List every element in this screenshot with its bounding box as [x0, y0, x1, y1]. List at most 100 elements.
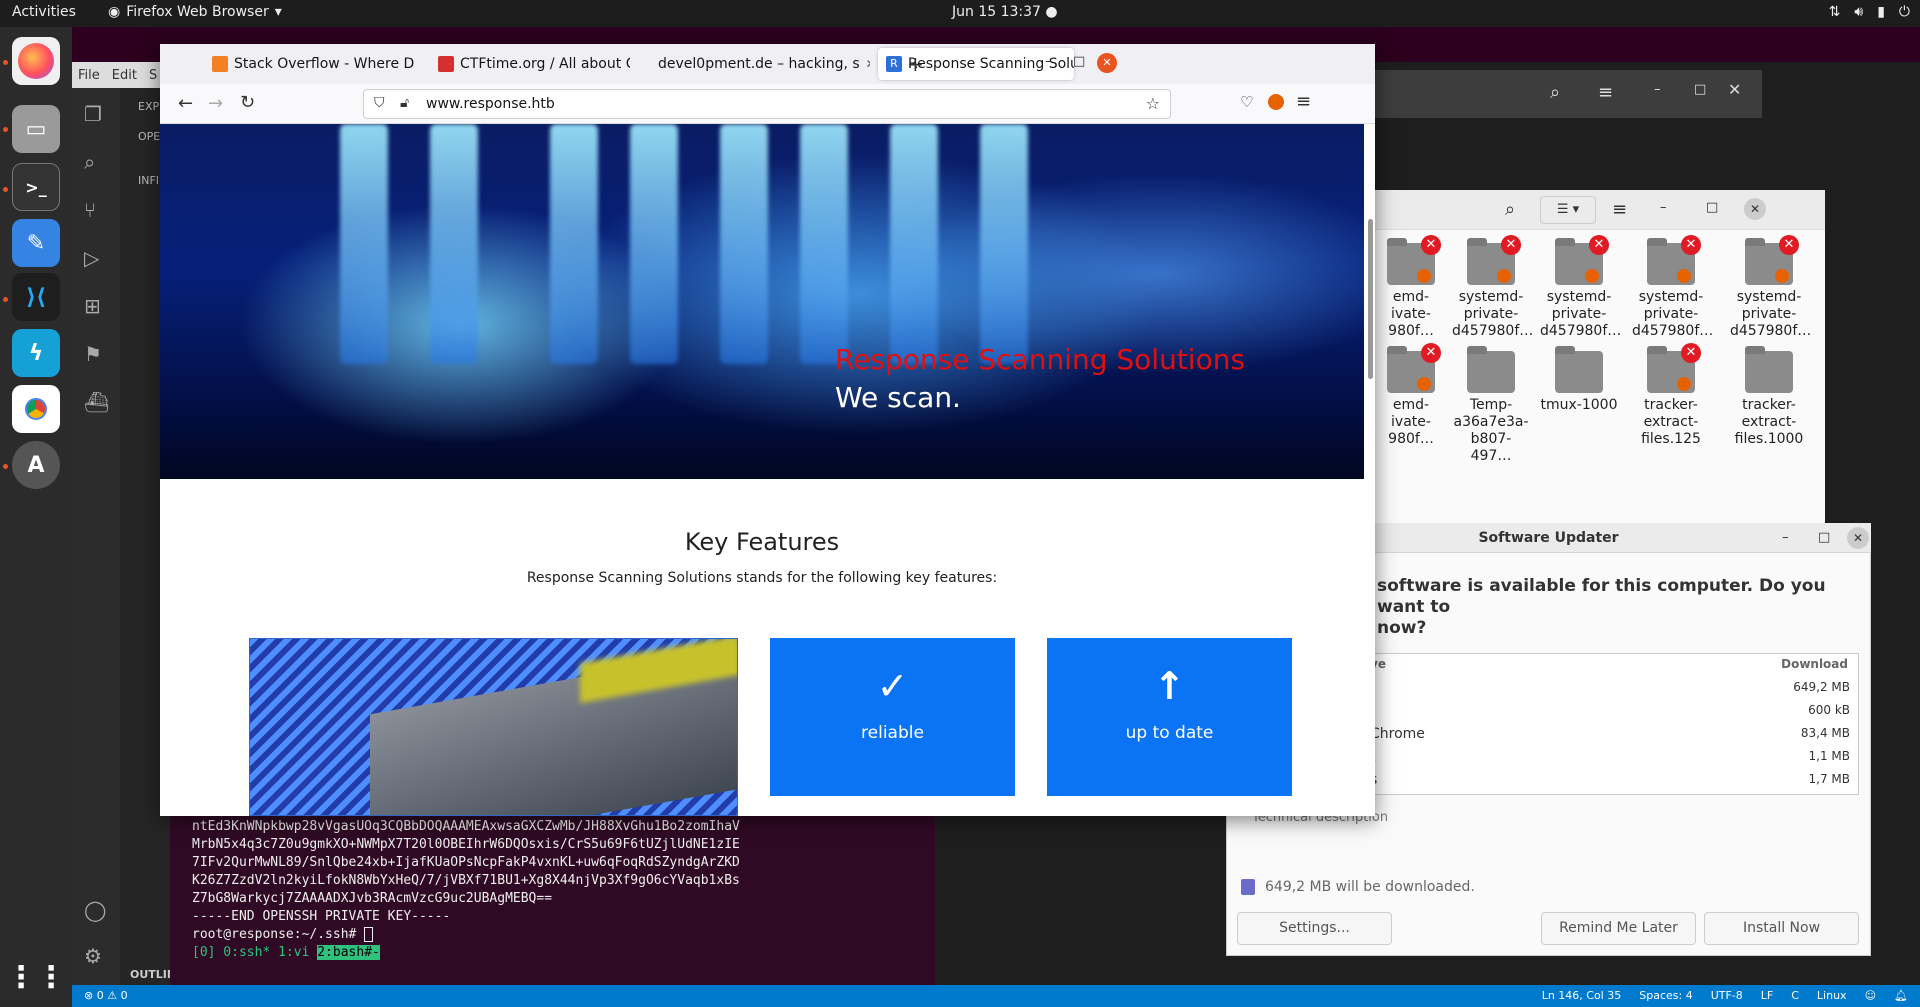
extensions-icon[interactable]: ⊞: [84, 294, 101, 318]
bookmark-star-icon[interactable]: ☆: [1146, 94, 1160, 113]
tab-ctftime[interactable]: CTFtime.org / All about C ✕: [430, 48, 630, 80]
settings-button[interactable]: Settings...: [1237, 912, 1392, 945]
activities-button[interactable]: Activities: [12, 4, 76, 20]
file-item[interactable]: tracker- extract- files.1000: [1730, 346, 1808, 448]
forward-icon[interactable]: →: [208, 93, 223, 114]
chrome-icon[interactable]: [12, 385, 60, 433]
docker-icon[interactable]: ⛴: [84, 390, 109, 414]
vscode-status-bar: ⊗ 0 ⚠ 0 Ln 146, Col 35 Spaces: 4 UTF-8 L…: [72, 985, 1920, 1007]
lock-insecure-icon[interactable]: 🔓︎: [400, 95, 409, 111]
file-item[interactable]: ✕ systemd- private- d457980f…: [1632, 235, 1713, 340]
minimize-icon[interactable]: –: [1045, 54, 1052, 69]
file-item[interactable]: ✕ systemd- private- d457980f…: [1540, 235, 1622, 340]
menu-selection[interactable]: S: [149, 68, 157, 83]
account-icon[interactable]: ◯: [84, 898, 106, 922]
close-icon[interactable]: ✕: [1097, 53, 1117, 73]
explorer-icon[interactable]: ❐: [84, 102, 102, 126]
system-tray[interactable]: ⇅ 🔊︎ ▮ ⏻: [1829, 4, 1910, 20]
maximize-icon[interactable]: □: [1694, 82, 1706, 97]
platform[interactable]: Linux: [1817, 989, 1847, 1002]
menu-file[interactable]: File: [78, 68, 100, 83]
menu-icon[interactable]: ≡: [1612, 199, 1627, 220]
encoding[interactable]: UTF-8: [1711, 989, 1743, 1002]
minimize-icon[interactable]: –: [1782, 530, 1789, 545]
language-mode[interactable]: C: [1791, 989, 1799, 1002]
folder-icon: [1745, 346, 1793, 393]
lock-icon: [1497, 269, 1511, 283]
reload-icon[interactable]: ↻: [240, 92, 255, 113]
file-item[interactable]: ✕ systemd- private- d457980f…: [1730, 235, 1811, 340]
menu-edit[interactable]: Edit: [112, 68, 137, 83]
no-access-icon: ✕: [1421, 235, 1441, 255]
close-icon[interactable]: ✕: [1847, 527, 1869, 549]
view-toggle-button[interactable]: ☰ ▾: [1540, 196, 1596, 224]
search-icon[interactable]: ⌕: [1550, 82, 1560, 103]
terminal-icon[interactable]: >_: [12, 163, 60, 211]
close-icon[interactable]: ✕: [1744, 198, 1766, 220]
shield-icon[interactable]: ⛉: [374, 95, 385, 111]
install-now-button[interactable]: Install Now: [1704, 912, 1859, 945]
page-scrollbar[interactable]: [1366, 124, 1375, 814]
feedback-icon[interactable]: ☺: [1865, 989, 1876, 1002]
vscode-activity-bar: ❐ ⌕ ⑂ ▷ ⊞ ⚑ ⛴ ◯ ⚙: [72, 88, 120, 985]
file-item[interactable]: ✕ emd- ivate- 980f…: [1372, 235, 1450, 340]
file-item[interactable]: ✕ tracker- extract- files.125: [1632, 343, 1710, 448]
file-item[interactable]: ✕ emd- ivate- 980f…: [1372, 343, 1450, 448]
bookmark-icon[interactable]: ⚑: [84, 342, 102, 366]
no-access-icon: ✕: [1681, 235, 1701, 255]
app-menu[interactable]: ◉ Firefox Web Browser ▾: [108, 4, 282, 20]
indentation[interactable]: Spaces: 4: [1639, 989, 1692, 1002]
tab-stackoverflow[interactable]: Stack Overflow - Where D ✕: [204, 48, 418, 80]
hero-image-rack: [340, 124, 388, 364]
features-subtitle: Response Scanning Solutions stands for t…: [526, 570, 998, 586]
problems-indicator[interactable]: ⊗ 0 ⚠ 0: [84, 989, 128, 1002]
file-item[interactable]: tmux-1000: [1540, 346, 1618, 414]
tmux-windows: [0] 0:ssh* 1:vi: [192, 945, 318, 960]
close-tab-icon[interactable]: ✕: [866, 57, 870, 71]
show-apps-icon[interactable]: ⋮⋮: [6, 953, 66, 1001]
line-ending[interactable]: LF: [1761, 989, 1773, 1002]
source-control-icon[interactable]: ⑂: [84, 198, 96, 222]
search-icon[interactable]: ⌕: [84, 150, 95, 174]
bell-icon[interactable]: 🔔︎: [1894, 989, 1908, 1002]
cursor-position[interactable]: Ln 146, Col 35: [1542, 989, 1622, 1002]
folder-icon: ✕: [1555, 235, 1609, 285]
gear-icon[interactable]: ⚙: [84, 944, 102, 968]
tab-devel0pment[interactable]: devel0pment.de – hacking, s ✕: [650, 48, 870, 80]
file-label: systemd- private- d457980f…: [1540, 289, 1622, 339]
burp-icon[interactable]: ϟ: [12, 329, 60, 377]
terminal-line: 7IFv2QurMwNL89/SnlQbe24xb+IjafKUaOPsNcpF…: [192, 855, 740, 870]
cursor: [364, 927, 374, 942]
url-bar[interactable]: ⛉ 🔓︎ www.response.htb ☆: [363, 89, 1171, 119]
sidebar-section[interactable]: OPE: [138, 130, 160, 143]
file-item[interactable]: ✕ systemd- private- d457980f…: [1452, 235, 1533, 340]
app-name: Firefox Web Browser: [126, 4, 269, 20]
text-editor-icon[interactable]: ✎: [12, 219, 60, 267]
extension-icon[interactable]: [1268, 94, 1284, 110]
sidebar-title: EXP: [138, 100, 160, 113]
back-icon[interactable]: ←: [178, 93, 193, 114]
vscode-icon[interactable]: ⟩⟨: [12, 273, 60, 321]
pocket-icon[interactable]: ♡: [1240, 93, 1253, 111]
clock[interactable]: Jun 15 13:37 ●: [952, 4, 1058, 20]
run-debug-icon[interactable]: ▷: [84, 246, 99, 270]
search-icon[interactable]: ⌕: [1505, 199, 1515, 220]
software-updater-icon[interactable]: A: [12, 441, 60, 489]
new-tab-icon[interactable]: +: [907, 52, 924, 76]
remind-later-button[interactable]: Remind Me Later: [1541, 912, 1696, 945]
sidebar-section[interactable]: INFI: [138, 174, 159, 187]
minimize-icon[interactable]: –: [1660, 200, 1667, 215]
close-icon[interactable]: ✕: [1728, 80, 1741, 99]
maximize-icon[interactable]: □: [1818, 530, 1830, 545]
file-item[interactable]: Temp- a36a7e3a- b807-497…: [1452, 346, 1530, 465]
menu-icon[interactable]: ≡: [1598, 82, 1613, 103]
minimize-icon[interactable]: –: [1654, 82, 1661, 97]
running-indicator: [3, 127, 8, 132]
file-label: Temp- a36a7e3a- b807-497…: [1453, 397, 1529, 464]
files-icon[interactable]: ▭: [12, 105, 60, 153]
firefox-icon[interactable]: [12, 37, 60, 85]
maximize-icon[interactable]: □: [1706, 200, 1718, 215]
terminal[interactable]: ntEd3KnWNpkbwp28vVgasUOq3CQBbDOQAAAMEAxw…: [170, 810, 935, 985]
maximize-icon[interactable]: □: [1073, 54, 1085, 69]
hamburger-menu-icon[interactable]: ≡: [1296, 91, 1311, 112]
